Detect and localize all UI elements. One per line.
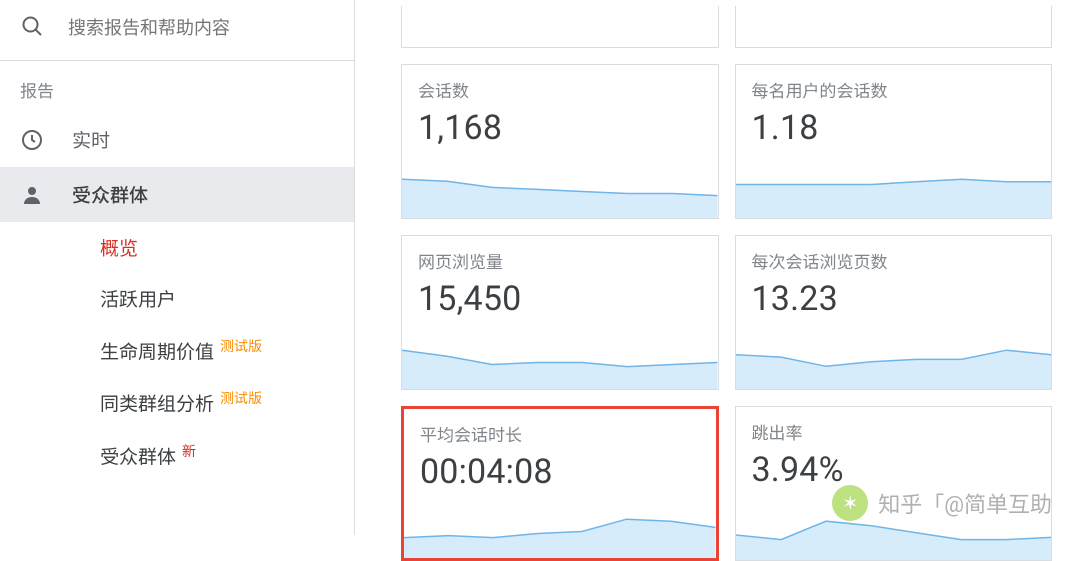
search-row [0, 0, 354, 60]
metric-value: 1.18 [752, 108, 1036, 148]
nav-audience-label: 受众群体 [72, 181, 148, 208]
beta-badge: 测试版 [220, 391, 262, 407]
metric-title: 跳出率 [752, 419, 1036, 444]
sidebar: 报告 实时 受众群体 概览 活跃用户 生命周期价值测试版 同类群组 [0, 0, 355, 535]
stub-card[interactable] [401, 6, 719, 48]
stub-card[interactable] [735, 6, 1053, 48]
sparkline [736, 343, 1052, 389]
metric-title: 平均会话时长 [420, 421, 700, 446]
metric-value: 3.94% [752, 450, 1036, 490]
beta-badge: 测试版 [220, 339, 262, 355]
metric-card[interactable]: 每名用户的会话数 1.18 [735, 64, 1053, 219]
subnav-active-users[interactable]: 活跃用户 [0, 273, 354, 324]
metric-title: 网页浏览量 [418, 248, 702, 273]
wechat-icon: ✶ [832, 485, 868, 521]
metric-card[interactable]: 跳出率 3.94% [735, 406, 1053, 561]
metric-value: 13.23 [752, 279, 1036, 319]
top-stub-row [401, 6, 1052, 48]
search-icon [20, 14, 44, 42]
nav-realtime[interactable]: 实时 [0, 112, 354, 167]
subnav-cohort-analysis-label: 同类群组分析 [100, 393, 214, 416]
subnav-cohort-analysis[interactable]: 同类群组分析测试版 [0, 376, 354, 428]
subnav-audiences[interactable]: 受众群体新 [0, 429, 354, 481]
person-icon [20, 183, 44, 207]
sparkline [404, 512, 716, 558]
metric-value: 15,450 [418, 279, 702, 319]
subnav-overview[interactable]: 概览 [0, 222, 354, 273]
metric-title: 每名用户的会话数 [752, 77, 1036, 102]
metric-value: 00:04:08 [420, 452, 700, 492]
sparkline [736, 172, 1052, 218]
search-input[interactable] [68, 18, 334, 39]
subnav-overview-label: 概览 [100, 237, 138, 260]
metric-card[interactable]: 网页浏览量 15,450 [401, 235, 719, 390]
metric-card[interactable]: 会话数 1,168 [401, 64, 719, 219]
clock-icon [20, 128, 44, 152]
metric-card[interactable]: 每次会话浏览页数 13.23 [735, 235, 1053, 390]
subnav-audiences-label: 受众群体 [100, 445, 176, 468]
metric-card[interactable]: 平均会话时长 00:04:08 [401, 406, 719, 561]
subnav-lifetime-value-label: 生命周期价值 [100, 340, 214, 363]
watermark: ✶ 知乎「@简单互助 [832, 485, 1052, 521]
nav-realtime-label: 实时 [72, 126, 110, 153]
watermark-text: 知乎「@简单互助 [878, 487, 1052, 519]
sparkline [402, 172, 718, 218]
new-badge: 新 [182, 444, 196, 460]
subnav-lifetime-value[interactable]: 生命周期价值测试版 [0, 324, 354, 376]
metric-title: 会话数 [418, 77, 702, 102]
metric-value: 1,168 [418, 108, 702, 148]
reports-section-label: 报告 [0, 60, 354, 112]
metric-title: 每次会话浏览页数 [752, 248, 1036, 273]
subnav-active-users-label: 活跃用户 [100, 288, 176, 311]
audience-subnav: 概览 活跃用户 生命周期价值测试版 同类群组分析测试版 受众群体新 [0, 222, 354, 481]
nav-audience[interactable]: 受众群体 [0, 167, 354, 222]
main-content: 会话数 1,168 每名用户的会话数 1.18 网页浏览量 15,450 每次会话浏览… [355, 0, 1080, 535]
sparkline [402, 343, 718, 389]
